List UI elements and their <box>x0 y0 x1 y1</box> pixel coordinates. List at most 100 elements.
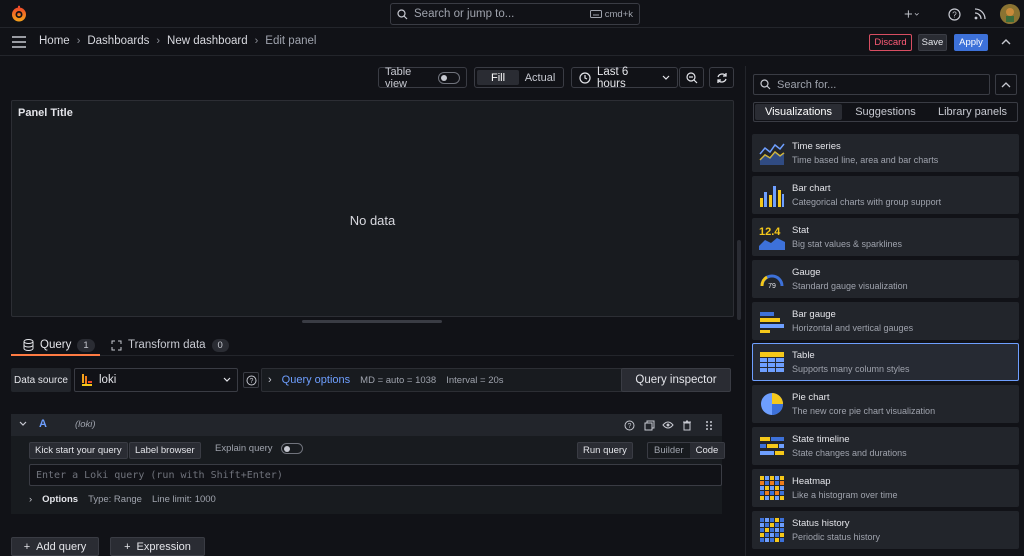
viz-card-bar-chart[interactable]: Bar chart Categorical charts with group s… <box>752 176 1019 214</box>
viz-title: Gauge <box>792 267 821 278</box>
time-range-picker[interactable]: Last 6 hours <box>571 66 678 90</box>
viz-description: Big stat values & sparklines <box>792 239 903 249</box>
viz-card-pie-chart[interactable]: Pie chart The new core pie chart visualiz… <box>752 385 1019 423</box>
breadcrumb-new-dashboard[interactable]: New dashboard <box>167 35 248 47</box>
panel-title[interactable]: Panel Title <box>18 107 73 119</box>
viz-card-gauge[interactable]: 79 Gauge Standard gauge visualization <box>752 260 1019 298</box>
save-button[interactable]: Save <box>918 34 947 51</box>
tab-transform[interactable]: Transform data 0 <box>111 334 229 356</box>
query-ref-id[interactable]: A <box>39 418 47 430</box>
viz-description: Horizontal and vertical gauges <box>792 323 914 333</box>
breadcrumb: Home › Dashboards › New dashboard › Edit… <box>39 35 316 47</box>
viz-card-stat[interactable]: 12.4 Stat Big stat values & sparklines <box>752 218 1019 256</box>
eye-icon[interactable] <box>662 419 674 431</box>
menu-icon[interactable] <box>12 36 26 48</box>
run-query-button[interactable]: Run query <box>577 442 633 459</box>
duplicate-icon[interactable] <box>643 419 655 431</box>
datasource-picker[interactable]: loki <box>74 368 238 392</box>
viz-description: Time based line, area and bar charts <box>792 155 939 165</box>
pane-resize-handle[interactable] <box>302 320 442 323</box>
heatmap-icon-cell <box>775 476 779 480</box>
breadcrumb-dashboards[interactable]: Dashboards <box>87 35 149 47</box>
tab-visualizations[interactable]: Visualizations <box>755 104 842 120</box>
status-history-icon-cell <box>780 538 784 542</box>
add-query-button[interactable]: + Add query <box>11 537 99 556</box>
query-editor-row: A (loki) ? Kick start your query Label b… <box>11 414 726 514</box>
grafana-logo-icon[interactable] <box>10 5 28 23</box>
news-feed-icon[interactable] <box>972 6 988 22</box>
keyboard-shortcut: cmd+k <box>589 9 633 20</box>
loki-query-input[interactable]: Enter a Loki query (run with Shift+Enter… <box>29 464 722 486</box>
status-history-icon-cell <box>780 528 784 532</box>
viz-title: Bar chart <box>792 183 831 194</box>
search-placeholder: Search for... <box>777 78 837 91</box>
query-options-bar[interactable]: › Query options MD = auto = 1038 Interva… <box>261 368 623 392</box>
svg-text:?: ? <box>249 378 253 385</box>
tab-query[interactable]: Query 1 <box>23 334 95 356</box>
query-datasource-name: (loki) <box>75 419 96 430</box>
refresh-button[interactable] <box>709 67 734 88</box>
gauge-icon-value: 79 <box>768 283 776 290</box>
heatmap-icon-cell <box>760 496 764 500</box>
new-menu-button[interactable] <box>904 6 920 22</box>
breadcrumb-home[interactable]: Home <box>39 35 70 47</box>
heatmap-icon-cell <box>780 476 784 480</box>
visualization-tabs: Visualizations Suggestions Library panel… <box>753 102 1018 122</box>
query-inspector-button[interactable]: Query inspector <box>621 368 731 392</box>
trash-icon[interactable] <box>681 419 693 431</box>
scrollbar[interactable] <box>737 240 741 320</box>
panel-preview: Panel Title No data <box>11 100 734 317</box>
status-history-icon-cell <box>770 528 774 532</box>
heatmap-icon-cell <box>760 491 764 495</box>
viz-card-state-timeline[interactable]: State timeline State changes and duration… <box>752 427 1019 465</box>
collapse-chevron-icon[interactable] <box>19 421 27 427</box>
chevron-down-icon <box>662 75 670 81</box>
viz-title: Table <box>792 350 815 361</box>
top-bar: Search or jump to... cmd+k ? <box>0 0 1024 28</box>
explain-query-toggle[interactable]: Explain query <box>215 443 303 454</box>
chevron-up-icon[interactable] <box>1000 36 1012 48</box>
builder-mode-option[interactable]: Builder <box>648 443 690 458</box>
label-browser-button[interactable]: Label browser <box>129 442 201 459</box>
status-history-icon-cell <box>765 523 769 527</box>
tab-library-panels[interactable]: Library panels <box>929 104 1016 120</box>
add-expression-button[interactable]: + Expression <box>110 537 205 556</box>
datasource-help-button[interactable]: ? <box>243 372 259 388</box>
help-icon[interactable]: ? <box>946 6 962 22</box>
viz-card-time-series[interactable]: Time series Time based line, area and bar… <box>752 134 1019 172</box>
search-icon <box>397 8 408 20</box>
viz-card-status-history[interactable]: Status history Periodic status history <box>752 511 1019 549</box>
heatmap-icon-cell <box>770 496 774 500</box>
kick-start-button[interactable]: Kick start your query <box>29 442 128 459</box>
viz-card-bar-gauge[interactable]: Bar gauge Horizontal and vertical gauges <box>752 302 1019 340</box>
heatmap-icon-cell <box>760 481 764 485</box>
table-view-switch[interactable] <box>438 71 460 84</box>
search-bar[interactable]: Search or jump to... cmd+k <box>390 3 640 25</box>
keyboard-icon <box>589 10 602 18</box>
chevron-down-icon <box>223 377 231 382</box>
query-options-label[interactable]: Query options <box>282 374 350 386</box>
discard-button[interactable]: Discard <box>869 34 912 51</box>
code-mode-option[interactable]: Code <box>689 443 725 458</box>
user-avatar[interactable] <box>1000 4 1020 24</box>
query-options-row[interactable]: › Options Type: Range Line limit: 1000 <box>29 494 216 505</box>
heatmap-icon <box>760 476 784 500</box>
explain-query-switch[interactable] <box>280 443 303 454</box>
help-icon[interactable]: ? <box>623 419 635 431</box>
viz-card-heatmap[interactable]: Heatmap Like a histogram over time <box>752 469 1019 507</box>
chevron-right-icon: › <box>156 35 161 47</box>
viz-description: Periodic status history <box>792 532 881 542</box>
bar-chart-icon <box>760 186 784 207</box>
actual-option[interactable]: Actual <box>519 70 561 85</box>
viz-card-table[interactable]: Table Supports many column styles <box>752 343 1019 381</box>
fill-option[interactable]: Fill <box>477 70 519 85</box>
visualization-search-input[interactable]: Search for... <box>753 74 990 95</box>
query-type: Type: Range <box>88 494 142 505</box>
apply-button[interactable]: Apply <box>954 34 988 51</box>
drag-handle-icon[interactable] <box>703 419 715 431</box>
tab-suggestions[interactable]: Suggestions <box>842 104 929 120</box>
table-view-toggle[interactable]: Table view <box>378 66 467 90</box>
viz-description: State changes and durations <box>792 448 907 458</box>
zoom-out-button[interactable] <box>679 67 704 88</box>
close-picker-button[interactable] <box>995 74 1017 95</box>
